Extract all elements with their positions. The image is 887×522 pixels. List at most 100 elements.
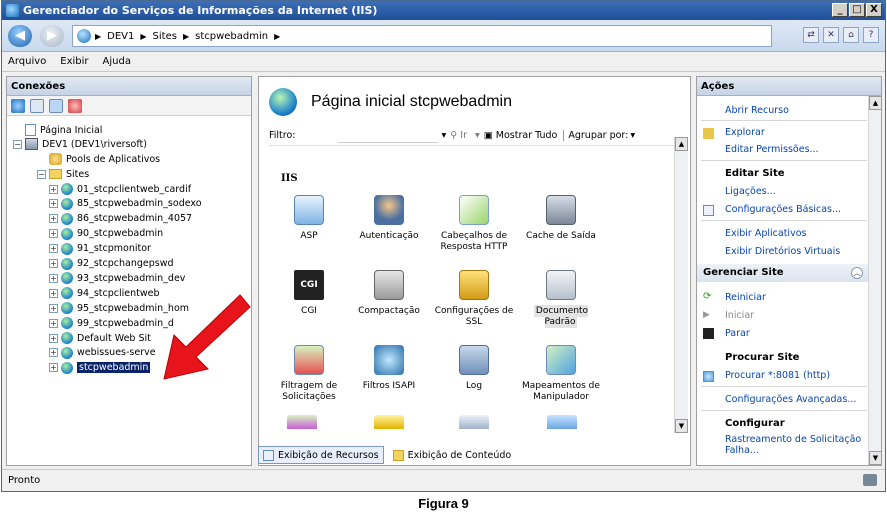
module-feature-icon[interactable] (547, 415, 577, 429)
connect-globe-icon[interactable] (11, 98, 25, 113)
tree-item-site[interactable]: +93_stcpwebadmin_dev (49, 271, 185, 285)
open-feature-link[interactable]: Abrir Recurso (725, 105, 789, 116)
breadcrumb-server[interactable]: DEV1 (107, 31, 134, 42)
forward-button[interactable]: ▶ (40, 25, 64, 47)
filter-input[interactable] (337, 129, 438, 143)
scroll-up-icon[interactable]: ▲ (869, 96, 882, 110)
expand-icon[interactable]: + (49, 229, 58, 239)
feature-item[interactable]: Configurações de SSL (434, 270, 514, 328)
feature-item[interactable]: Log (434, 345, 514, 392)
failed-request-tracing-link[interactable]: Rastreamento de Solicitação Falha... (725, 434, 865, 456)
tree-item-site[interactable]: +86_stcpwebadmin_4057 (49, 212, 192, 226)
back-button[interactable]: ◀ (8, 25, 32, 47)
tree-item-server[interactable]: − DEV1 (DEV1\riversoft) (13, 137, 147, 151)
expand-icon[interactable]: + (49, 348, 58, 358)
dropdown-arrow-icon[interactable]: ▾ (442, 130, 447, 141)
feature-item[interactable]: CGI CGI (269, 270, 349, 317)
expand-icon[interactable]: + (49, 273, 58, 283)
maximize-button[interactable]: □ (849, 3, 865, 17)
tree-item-site[interactable]: + stcpwebadmin (49, 361, 151, 375)
explore-link[interactable]: Explorar (725, 127, 765, 138)
dropdown-arrow-icon[interactable]: ▾ (475, 130, 480, 141)
go-button[interactable]: ⚲ Ir (450, 130, 467, 141)
tree-item-start-page[interactable]: Página Inicial (25, 123, 102, 137)
breadcrumb[interactable]: ▶ DEV1 ▶ Sites ▶ stcpwebadmin ▶ (72, 25, 772, 47)
feature-item[interactable]: Cabeçalhos de Resposta HTTP (434, 195, 514, 253)
stop-link[interactable]: Parar (725, 328, 750, 339)
expand-icon[interactable]: + (49, 214, 58, 224)
tree-item-site[interactable]: +91_stcpmonitor (49, 242, 151, 256)
expand-icon[interactable]: + (49, 259, 58, 268)
show-all-label: Mostrar Tudo (495, 130, 558, 141)
collapse-chevron-icon[interactable]: ︿ (851, 267, 863, 279)
breadcrumb-arrow-icon[interactable]: ▶ (274, 32, 280, 41)
menu-view[interactable]: Exibir (60, 56, 88, 67)
feature-item[interactable]: Mapeamentos de Manipulador (521, 345, 601, 403)
breadcrumb-arrow-icon[interactable]: ▶ (95, 32, 101, 41)
breadcrumb-arrow-icon[interactable]: ▶ (183, 32, 189, 41)
tree-item-sites[interactable]: − Sites (37, 167, 89, 181)
feature-item[interactable]: Filtragem de Solicitações (269, 345, 349, 403)
expand-icon[interactable]: + (49, 244, 58, 254)
feature-item[interactable]: Cache de Saída (521, 195, 601, 242)
tree-item-site[interactable]: +92_stcpchangepswd (49, 257, 174, 271)
tree-item-app-pools[interactable]: Pools de Aplicativos (49, 152, 160, 166)
browse-link[interactable]: Procurar *:8081 (http) (725, 370, 830, 381)
expand-icon[interactable]: + (49, 184, 58, 194)
warning-feature-icon[interactable] (374, 415, 404, 429)
actions-scrollbar[interactable]: ▲ ▼ (868, 96, 882, 465)
features-scrollbar[interactable]: ▲ ▼ (674, 137, 688, 433)
scroll-down-icon[interactable]: ▼ (675, 419, 688, 433)
tree-item-site[interactable]: + webissues-serve (49, 346, 156, 360)
menu-help[interactable]: Ajuda (103, 56, 131, 67)
tab-features-view[interactable]: Exibição de Recursos (258, 446, 384, 464)
breadcrumb-site[interactable]: stcpwebadmin (195, 31, 268, 42)
breadcrumb-sites[interactable]: Sites (153, 31, 177, 42)
feature-item[interactable]: Documento Padrão (521, 270, 601, 328)
home-icon[interactable]: ⌂ (843, 27, 859, 43)
scroll-down-icon[interactable]: ▼ (869, 451, 882, 465)
connect-icon[interactable]: ⇄ (803, 27, 819, 43)
dropdown-arrow-icon[interactable]: ▾ (630, 130, 635, 141)
tree-item-site[interactable]: +90_stcpwebadmin (49, 227, 163, 241)
expand-icon[interactable]: + (49, 199, 58, 209)
group-by-label[interactable]: Agrupar por: (563, 130, 628, 141)
view-virtual-directories-link[interactable]: Exibir Diretórios Virtuais (725, 246, 840, 257)
tree-item-site[interactable]: +01_stcpclientweb_cardif (49, 182, 191, 196)
view-applications-link[interactable]: Exibir Aplicativos (725, 228, 806, 239)
up-level-icon[interactable] (49, 98, 63, 113)
close-button[interactable]: X (866, 3, 882, 17)
site-globe-icon (61, 346, 73, 359)
expand-icon[interactable]: + (49, 303, 58, 313)
tree-item-site[interactable]: +94_stcpclientweb (49, 286, 160, 300)
breadcrumb-arrow-icon[interactable]: ▶ (140, 32, 146, 41)
minimize-button[interactable]: _ (832, 3, 848, 17)
feature-item[interactable]: Autenticação (349, 195, 429, 242)
expand-icon[interactable]: + (49, 363, 58, 373)
bindings-link[interactable]: Ligações... (725, 186, 776, 197)
collapse-icon[interactable]: − (37, 169, 46, 179)
partial-feature-icon[interactable] (287, 415, 317, 429)
restart-link[interactable]: Reiniciar (725, 292, 766, 303)
collapse-icon[interactable]: − (13, 139, 22, 149)
expand-icon[interactable]: + (49, 288, 58, 298)
menu-file[interactable]: Arquivo (8, 56, 46, 67)
tree-item-site[interactable]: + Default Web Sit (49, 331, 151, 345)
tab-content-view[interactable]: Exibição de Conteúdo (388, 446, 517, 464)
basic-settings-link[interactable]: Configurações Básicas... (725, 204, 841, 215)
expand-icon[interactable]: + (49, 333, 58, 343)
disconnect-icon[interactable] (68, 98, 82, 113)
edit-permissions-link[interactable]: Editar Permissões... (725, 144, 819, 155)
expand-icon[interactable]: + (49, 318, 58, 328)
advanced-settings-link[interactable]: Configurações Avançadas... (725, 394, 856, 405)
tree-item-site[interactable]: +85_stcpwebadmin_sodexo (49, 197, 202, 211)
scroll-up-icon[interactable]: ▲ (675, 137, 688, 151)
feature-item[interactable]: Filtros ISAPI (349, 345, 429, 392)
show-all-button[interactable]: ▣ Mostrar Tudo (484, 130, 558, 141)
document-feature-icon[interactable] (459, 415, 489, 429)
save-icon[interactable] (30, 98, 44, 113)
stop-icon[interactable]: ✕ (823, 27, 839, 43)
feature-item[interactable]: ASP (269, 195, 349, 242)
feature-item[interactable]: Compactação (349, 270, 429, 317)
help-icon[interactable]: ? (863, 27, 879, 43)
